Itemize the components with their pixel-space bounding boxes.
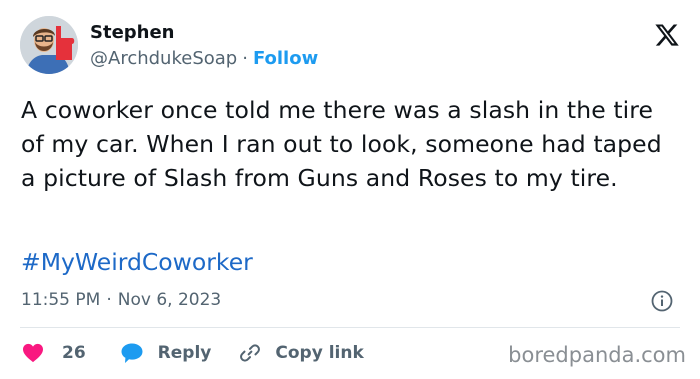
like-button[interactable]: 26 bbox=[22, 343, 86, 363]
time-separator: · bbox=[106, 290, 112, 310]
tweet-time: 11:55 PM bbox=[21, 290, 101, 310]
copy-link-label: Copy link bbox=[275, 343, 364, 363]
x-logo-icon[interactable] bbox=[654, 22, 680, 48]
action-bar: 26 Reply Copy link bbox=[22, 340, 364, 366]
reply-button[interactable]: Reply bbox=[120, 342, 212, 364]
link-icon bbox=[239, 342, 261, 364]
timestamp[interactable]: 11:55 PM · Nov 6, 2023 bbox=[21, 288, 221, 312]
info-icon[interactable] bbox=[651, 290, 673, 312]
hashtag-link[interactable]: #MyWeirdCoworker bbox=[21, 245, 253, 279]
author-meta: @ArchdukeSoap · Follow bbox=[90, 47, 318, 71]
reply-label: Reply bbox=[157, 343, 212, 363]
author-name[interactable]: Stephen bbox=[90, 21, 175, 45]
follow-button[interactable]: Follow bbox=[253, 48, 318, 69]
copy-link-button[interactable]: Copy link bbox=[239, 342, 364, 364]
watermark-text: boredpanda.com bbox=[508, 343, 686, 367]
speech-bubble-icon bbox=[120, 342, 144, 364]
heart-icon bbox=[22, 343, 44, 363]
author-handle[interactable]: @ArchdukeSoap bbox=[90, 48, 237, 69]
like-count: 26 bbox=[62, 343, 86, 363]
handle-separator: · bbox=[242, 48, 248, 69]
tweet-date: Nov 6, 2023 bbox=[117, 290, 222, 310]
divider bbox=[20, 327, 680, 328]
avatar[interactable] bbox=[20, 16, 78, 74]
tweet-text: A coworker once told me there was a slas… bbox=[21, 96, 662, 192]
